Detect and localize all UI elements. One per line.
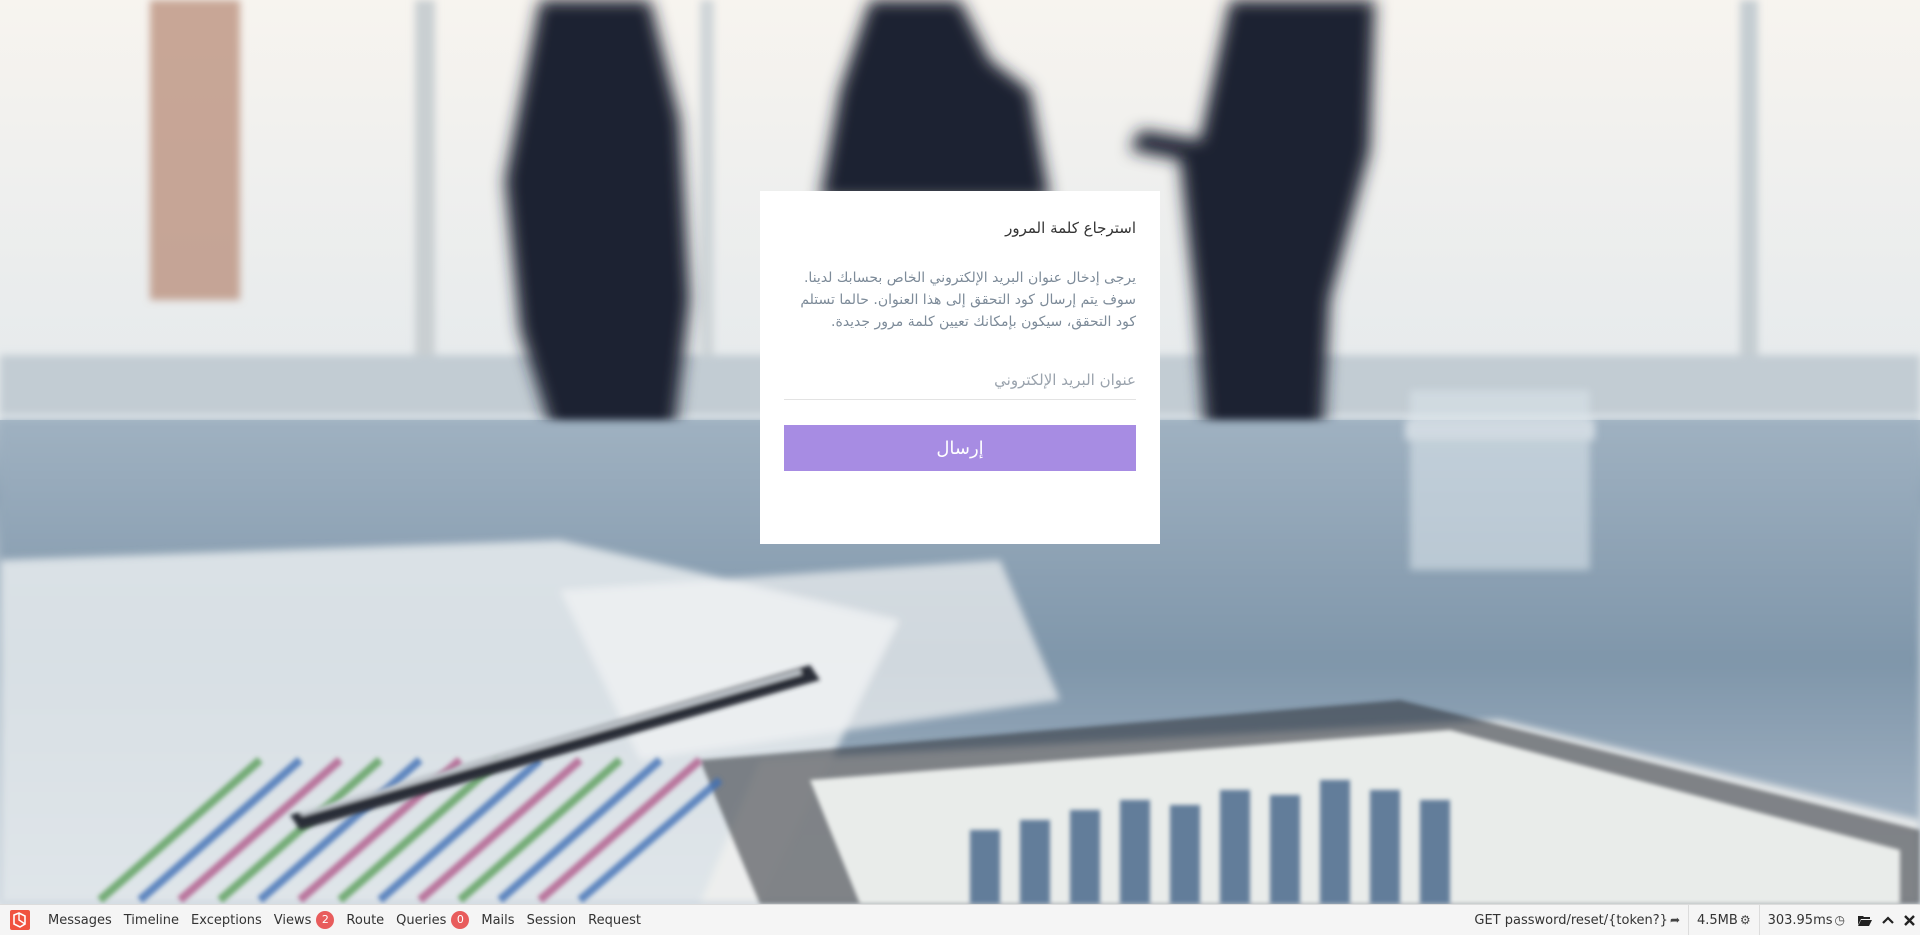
laravel-logo-icon[interactable]: [8, 908, 32, 932]
submit-button[interactable]: إرسال: [784, 425, 1136, 471]
time-indicator: 303.95ms ◷: [1758, 905, 1853, 935]
card-description: يرجى إدخال عنوان البريد الإلكتروني الخاص…: [800, 270, 1136, 330]
tab-route[interactable]: Route: [340, 905, 390, 935]
tab-label: Session: [526, 912, 577, 928]
cogs-icon: ⚙: [1739, 913, 1751, 927]
chevron-up-icon[interactable]: [1877, 905, 1899, 935]
tab-label: Request: [588, 912, 641, 928]
tab-session[interactable]: Session: [521, 905, 583, 935]
card-title: استرجاع كلمة المرور: [1005, 219, 1136, 237]
debugbar: Messages Timeline Exceptions Views 2 Rout…: [0, 904, 1920, 935]
route-text: GET password/reset/{token?}: [1474, 912, 1668, 928]
tab-queries[interactable]: Queries 0: [390, 905, 475, 935]
memory-text: 4.5MB: [1697, 912, 1738, 928]
clock-icon: ◷: [1834, 913, 1845, 927]
share-icon: ➦: [1669, 913, 1680, 927]
tab-timeline[interactable]: Timeline: [118, 905, 185, 935]
folder-open-icon[interactable]: [1853, 905, 1877, 935]
memory-indicator: 4.5MB ⚙: [1688, 905, 1759, 935]
tab-label: Mails: [481, 912, 515, 928]
route-indicator[interactable]: GET password/reset/{token?} ➦: [1466, 905, 1688, 935]
time-text: 303.95ms: [1767, 912, 1833, 928]
tab-label: Messages: [48, 912, 112, 928]
tab-label: Views: [273, 912, 312, 928]
close-icon[interactable]: [1899, 905, 1920, 935]
tab-exceptions[interactable]: Exceptions: [185, 905, 268, 935]
count-badge: 2: [316, 911, 335, 929]
tab-label: Route: [346, 912, 385, 928]
tab-mails[interactable]: Mails: [475, 905, 520, 935]
tab-request[interactable]: Request: [582, 905, 647, 935]
password-reset-card: استرجاع كلمة المرور يرجى إدخال عنوان الب…: [760, 191, 1160, 544]
tab-views[interactable]: Views 2: [268, 905, 341, 935]
tab-label: Timeline: [123, 912, 180, 928]
debugbar-stats: GET password/reset/{token?} ➦ 4.5MB ⚙ 30…: [1466, 905, 1920, 935]
email-field[interactable]: [784, 365, 1136, 400]
count-badge: 0: [451, 911, 470, 929]
tab-messages[interactable]: Messages: [42, 905, 118, 935]
tab-label: Exceptions: [191, 912, 262, 928]
tab-label: Queries: [396, 912, 447, 928]
